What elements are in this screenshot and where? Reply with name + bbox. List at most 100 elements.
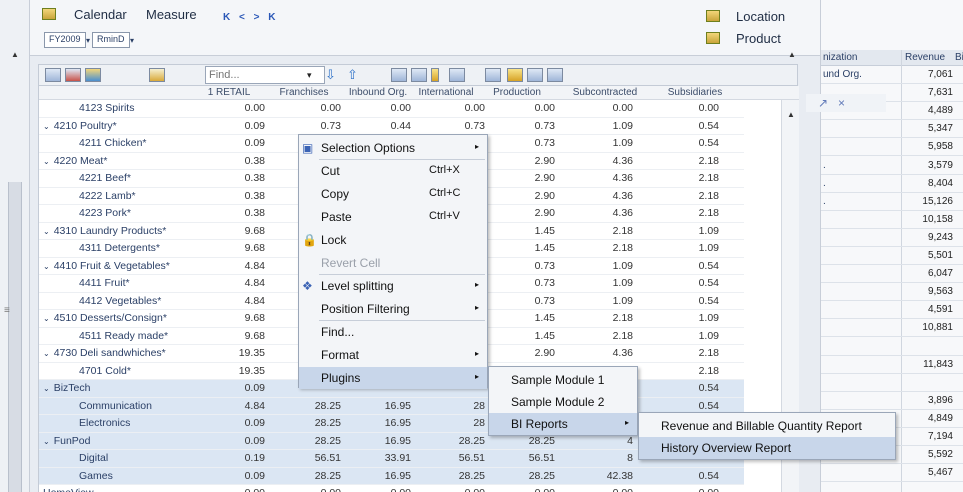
cell-value[interactable]: 1.09	[593, 137, 633, 149]
menu-item-format[interactable]: Format ▸	[299, 344, 487, 366]
collapse-icon[interactable]: ▲	[788, 50, 796, 59]
chevron-down-icon[interactable]: ⌄	[43, 227, 50, 236]
fy-chip[interactable]: FY2009	[44, 32, 86, 48]
row-label[interactable]: 4223 Pork*	[79, 207, 131, 219]
column-header[interactable]: 1 RETAIL	[199, 87, 259, 98]
col-organization[interactable]: nization	[823, 52, 857, 63]
cell-value[interactable]: 0.38	[225, 155, 265, 167]
cell-value[interactable]: 0.09	[225, 137, 265, 149]
cell-value[interactable]: 1.45	[515, 330, 555, 342]
revenue-row[interactable]: 4,591	[821, 301, 963, 320]
revenue-row[interactable]	[821, 374, 963, 392]
cell-value[interactable]: 0.00	[445, 487, 485, 492]
bar-chart-icon[interactable]	[85, 68, 101, 82]
cell-value[interactable]: 0.00	[225, 102, 265, 114]
cell-value[interactable]: 19.35	[225, 347, 265, 359]
cell-value[interactable]: 0.00	[371, 487, 411, 492]
cell-value[interactable]: 2.18	[679, 347, 719, 359]
cell-value[interactable]: 56.51	[301, 452, 341, 464]
cell-value[interactable]: 2.18	[593, 312, 633, 324]
scroll-up-icon[interactable]: ▲	[787, 110, 795, 119]
cell-value[interactable]: 0.73	[515, 120, 555, 132]
column-header[interactable]: Inbound Org.	[345, 87, 411, 98]
row-label[interactable]: 4701 Cold*	[79, 365, 131, 377]
chevron-down-icon[interactable]: ⌄	[43, 384, 50, 393]
revenue-row[interactable]: . 8,404	[821, 175, 963, 193]
menu-item-paste[interactable]: Paste Ctrl+V	[299, 206, 487, 228]
cell-value[interactable]: 56.51	[445, 452, 485, 464]
cell-value[interactable]: 1.45	[515, 225, 555, 237]
cell-value[interactable]: 4.36	[593, 155, 633, 167]
chevron-down-icon[interactable]: ⌄	[43, 157, 50, 166]
cell-value[interactable]: 4.36	[593, 347, 633, 359]
cell-value[interactable]: 28	[445, 400, 485, 412]
cell-value[interactable]: 28.25	[515, 470, 555, 482]
row-label[interactable]: Communication	[79, 400, 152, 412]
cell-value[interactable]: 1.45	[515, 312, 555, 324]
split-icon[interactable]	[449, 68, 465, 82]
cell-value[interactable]: 4.84	[225, 260, 265, 272]
cell-value[interactable]: 28.25	[301, 470, 341, 482]
revenue-row[interactable]	[821, 338, 963, 356]
chevron-down-icon[interactable]: ⌄	[43, 314, 50, 323]
cell-value[interactable]: 1.09	[593, 260, 633, 272]
menu-item-lock[interactable]: 🔒 Lock	[299, 229, 487, 251]
cell-value[interactable]: 4.36	[593, 172, 633, 184]
cell-value[interactable]: 16.95	[371, 470, 411, 482]
row-label[interactable]: 4412 Vegetables*	[79, 295, 161, 307]
cell-value[interactable]: 1.09	[679, 330, 719, 342]
cell-value[interactable]: 2.90	[515, 190, 555, 202]
cell-value[interactable]: 28.25	[445, 435, 485, 447]
cell-value[interactable]: 16.95	[371, 435, 411, 447]
cell-value[interactable]: 0.54	[679, 277, 719, 289]
row-label[interactable]: ⌄ 4730 Deli sandwhiches*	[43, 347, 166, 359]
row-label[interactable]: Electronics	[79, 417, 130, 429]
cell-value[interactable]: 33.91	[371, 452, 411, 464]
chevron-down-icon[interactable]: ▾	[86, 36, 90, 45]
cell-value[interactable]: 4.84	[225, 400, 265, 412]
row-label[interactable]: 4221 Beef*	[79, 172, 131, 184]
cell-value[interactable]: 28	[445, 417, 485, 429]
submenu-item-sample-module-2[interactable]: Sample Module 2	[489, 391, 637, 413]
row-label[interactable]: 4211 Chicken*	[79, 137, 147, 149]
cell-value[interactable]: 0.00	[679, 102, 719, 114]
cell-value[interactable]: 0.00	[445, 102, 485, 114]
cell-value[interactable]: 0.09	[225, 417, 265, 429]
cell-value[interactable]: 1.09	[679, 242, 719, 254]
cell-value[interactable]: 0.73	[515, 260, 555, 272]
row-label[interactable]: 4222 Lamb*	[79, 190, 136, 202]
cell-value[interactable]: 1.09	[593, 277, 633, 289]
cell-value[interactable]: 2.18	[593, 330, 633, 342]
rmind-chip[interactable]: RminD	[92, 32, 130, 48]
row-label[interactable]: 4411 Fruit*	[79, 277, 130, 289]
cell-value[interactable]: 28.25	[445, 470, 485, 482]
row-label[interactable]: ⌄ BizTech	[43, 382, 90, 394]
menu-item-position-filtering[interactable]: Position Filtering ▸	[299, 298, 487, 320]
columns-icon[interactable]	[411, 68, 427, 82]
revenue-row[interactable]: 10,158	[821, 211, 963, 229]
collapse-all-icon[interactable]	[547, 68, 563, 82]
cell-value[interactable]: 1.45	[515, 242, 555, 254]
menu-item-plugins[interactable]: Plugins ▸	[299, 367, 487, 389]
format-icon[interactable]	[485, 68, 501, 82]
column-header[interactable]: Franchises	[273, 87, 335, 98]
cell-value[interactable]: 0.09	[225, 120, 265, 132]
cell-value[interactable]: 0.00	[371, 102, 411, 114]
cell-value[interactable]: 0.09	[225, 382, 265, 394]
expand-icon[interactable]	[527, 68, 543, 82]
cell-value[interactable]: 4.84	[225, 295, 265, 307]
menu-item-find[interactable]: Find...	[299, 321, 487, 343]
cell-value[interactable]: 0.54	[679, 295, 719, 307]
revenue-row[interactable]: und Org. 7,061	[821, 66, 963, 84]
cell-value[interactable]: 2.90	[515, 347, 555, 359]
calendar-dimension[interactable]: Calendar	[74, 7, 127, 22]
row-label[interactable]: ⌄ 4220 Meat*	[43, 155, 107, 167]
chevron-down-icon[interactable]: ⌄	[43, 122, 50, 131]
chevron-down-icon[interactable]: ▾	[130, 36, 134, 45]
cell-value[interactable]: 28.25	[301, 435, 341, 447]
cell-value[interactable]: 0.54	[679, 120, 719, 132]
chevron-down-icon[interactable]: ⌄	[43, 349, 50, 358]
table-icon[interactable]	[391, 68, 407, 82]
revenue-row[interactable]: 5,501	[821, 247, 963, 265]
cell-value[interactable]: 0.00	[593, 487, 633, 492]
